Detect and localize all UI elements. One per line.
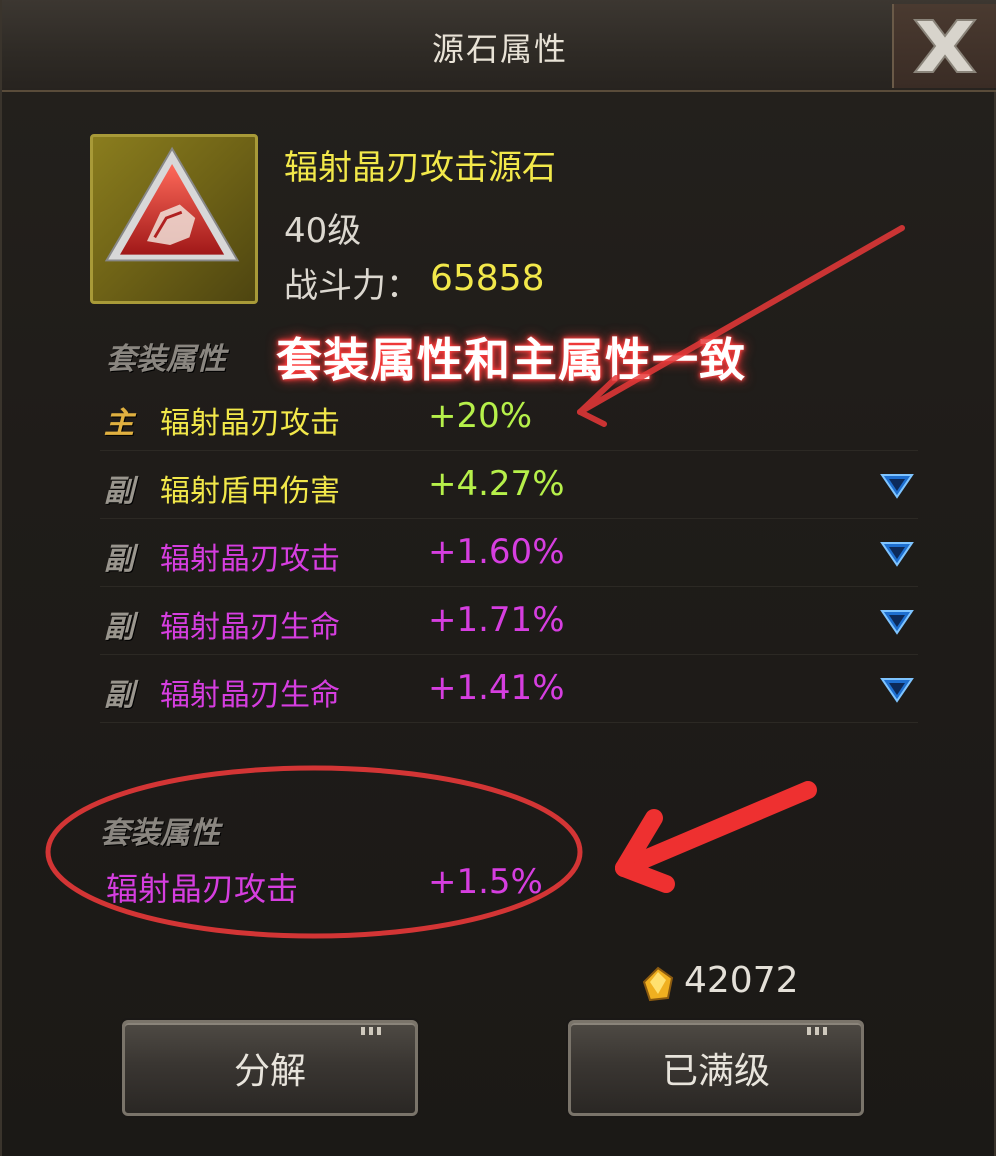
max-level-button-label: 已满级 [661,1051,770,1092]
set-bonus-heading: 套装属性 [100,816,220,851]
attribute-tag: 副 [104,610,134,645]
attribute-name: 辐射盾甲伤害 [160,474,340,509]
button-notch [807,1027,831,1035]
item-name: 辐射晶刃攻击源石 [284,148,556,188]
attribute-tag: 副 [104,678,134,713]
title-bar: 源石属性 [2,0,996,92]
currency-value: 42072 [684,960,799,1001]
annotation-ellipse [45,765,583,939]
attribute-tag: 主 [104,406,134,441]
attribute-value: +1.71% [428,600,565,640]
button-notch [361,1027,385,1035]
triangle-down-icon[interactable] [880,472,914,500]
annotation-arrow-bottom [615,781,817,893]
set-bonus-name: 辐射晶刃攻击 [106,870,299,908]
power-value: 65858 [430,258,545,299]
triangle-down-icon[interactable] [880,608,914,636]
attribute-value: +1.60% [428,532,565,572]
attribute-tag: 副 [104,542,134,577]
annotation-text: 套装属性和主属性一致 [276,333,746,387]
attribute-row: 副辐射盾甲伤害 +4.27% [100,452,918,519]
attribute-value: +4.27% [428,464,565,504]
attribute-row: 主辐射晶刃攻击 +20% [100,384,918,451]
max-level-button[interactable]: 已满级 [568,1020,864,1116]
gold-crystal-icon [642,966,674,1002]
attribute-name: 辐射晶刃攻击 [160,542,340,577]
decompose-button-label: 分解 [233,1051,306,1092]
attribute-name: 辐射晶刃生命 [160,610,340,645]
attribute-value: +20% [428,396,533,436]
attribute-name: 辐射晶刃攻击 [160,406,340,441]
set-attributes-heading: 套装属性 [106,342,226,377]
power-label: 战斗力： [284,266,420,306]
triangle-down-icon[interactable] [880,676,914,704]
attribute-name: 辐射晶刃生命 [160,678,340,713]
window-title: 源石属性 [431,30,568,68]
attribute-row: 副辐射晶刃生命 +1.41% [100,656,918,723]
decompose-button[interactable]: 分解 [122,1020,418,1116]
attribute-row: 副辐射晶刃生命 +1.71% [100,588,918,655]
red-triangle-stone-icon [104,146,240,262]
close-x-icon [912,19,978,73]
close-button[interactable] [892,4,996,88]
attribute-row: 副辐射晶刃攻击 +1.60% [100,520,918,587]
triangle-down-icon[interactable] [880,540,914,568]
item-level: 40级 [284,211,362,251]
attribute-panel: 源石属性 辐射晶刃攻击源石 40级 战斗力： 65858 套装属性 套装属性和主… [0,0,996,1156]
item-icon-frame [90,134,258,304]
attribute-tag: 副 [104,474,134,509]
set-bonus-value: +1.5% [428,862,543,902]
attribute-value: +1.41% [428,668,565,708]
